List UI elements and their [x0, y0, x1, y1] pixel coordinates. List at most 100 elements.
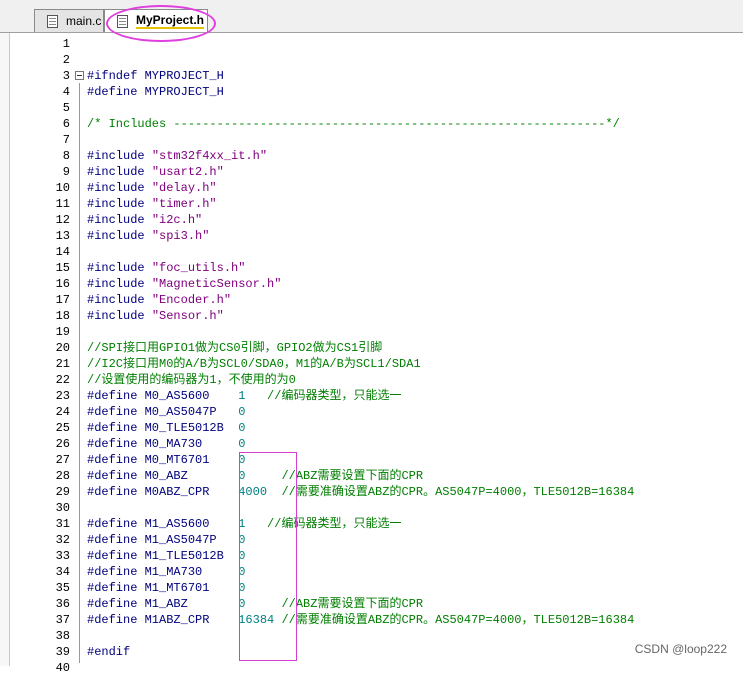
- code-text: #define MYPROJECT_H: [87, 84, 224, 100]
- code-token: #include: [87, 165, 152, 179]
- code-line[interactable]: 30: [0, 500, 743, 516]
- code-line[interactable]: 11 #include "timer.h": [0, 196, 743, 212]
- code-line[interactable]: 18 #include "Sensor.h": [0, 308, 743, 324]
- code-token: "timer.h": [151, 197, 217, 211]
- code-token: MYPROJECT_H: [144, 85, 224, 99]
- line-number: 13: [55, 229, 70, 243]
- code-line[interactable]: 21 //I2C接口用M0的A/B为SCL0/SDA0，M1的A/B为SCL1/S…: [0, 356, 743, 372]
- code-token: 0: [238, 421, 246, 435]
- code-line[interactable]: 19: [0, 324, 743, 340]
- code-token: //ABZ需要设置下面的CPR: [281, 597, 424, 611]
- code-line[interactable]: 24 #define M0_AS5047P 0: [0, 404, 743, 420]
- code-line[interactable]: 10 #include "delay.h": [0, 180, 743, 196]
- code-token: #include: [87, 277, 152, 291]
- code-text: //SPI接口用GPIO1做为CS0引脚，GPIO2做为CS1引脚: [87, 340, 382, 356]
- code-token: #define: [87, 549, 145, 563]
- code-line[interactable]: 14: [0, 244, 743, 260]
- line-number: 25: [55, 421, 70, 435]
- code-line[interactable]: 9 #include "usart2.h": [0, 164, 743, 180]
- code-line[interactable]: 34 #define M1_MA730 0: [0, 564, 743, 580]
- code-token: #define: [87, 453, 145, 467]
- code-line[interactable]: 29 #define M0ABZ_CPR 4000 //需要准确设置ABZ的CPR…: [0, 484, 743, 500]
- tab-myproject-h[interactable]: MyProject.h: [104, 9, 208, 32]
- code-token: /* Includes ----------------------------…: [87, 117, 620, 131]
- code-line[interactable]: 16 #include "MagneticSensor.h": [0, 276, 743, 292]
- code-token: #include: [87, 309, 152, 323]
- fold-toggle-icon[interactable]: [75, 71, 84, 80]
- line-number: 18: [55, 309, 70, 323]
- line-number: 31: [55, 517, 70, 531]
- code-line[interactable]: 8 #include "stm32f4xx_it.h": [0, 148, 743, 164]
- code-editor[interactable]: 1 2 3 #ifndef MYPROJECT_H 4 #define MYPROJECT…: [0, 33, 743, 675]
- code-text: #include "MagneticSensor.h": [87, 276, 281, 292]
- watermark: CSDN @loop222: [634, 642, 727, 656]
- code-line[interactable]: 26 #define M0_MA730 0: [0, 436, 743, 452]
- code-token: M0ABZ_CPR: [144, 485, 239, 499]
- code-text: #include "foc_utils.h": [87, 260, 245, 276]
- code-text: #define M0_AS5600 1 //编码器类型，只能选一: [87, 388, 401, 404]
- code-line[interactable]: 38: [0, 628, 743, 644]
- code-token: "delay.h": [151, 181, 217, 195]
- code-line[interactable]: 7: [0, 132, 743, 148]
- code-token: M0_MT6701: [144, 453, 239, 467]
- code-line[interactable]: 4 #define MYPROJECT_H: [0, 84, 743, 100]
- code-line[interactable]: 36 #define M1_ABZ 0 //ABZ需要设置下面的CPR: [0, 596, 743, 612]
- code-line[interactable]: 25 #define M0_TLE5012B 0: [0, 420, 743, 436]
- code-line[interactable]: 33 #define M1_TLE5012B 0: [0, 548, 743, 564]
- code-token: 0: [238, 597, 282, 611]
- code-text: #include "timer.h": [87, 196, 217, 212]
- code-token: #ifndef: [87, 69, 145, 83]
- code-token: #include: [87, 197, 152, 211]
- code-token: "stm32f4xx_it.h": [151, 149, 268, 163]
- code-token: #define: [87, 517, 145, 531]
- code-line[interactable]: 20 //SPI接口用GPIO1做为CS0引脚，GPIO2做为CS1引脚: [0, 340, 743, 356]
- line-number: 33: [55, 549, 70, 563]
- code-line[interactable]: 40: [0, 660, 743, 676]
- code-line[interactable]: 12 #include "i2c.h": [0, 212, 743, 228]
- line-number: 26: [55, 437, 70, 451]
- code-text: #define M0ABZ_CPR 4000 //需要准确设置ABZ的CPR。A…: [87, 484, 634, 500]
- code-line[interactable]: 17 #include "Encoder.h": [0, 292, 743, 308]
- code-line[interactable]: 13 #include "spi3.h": [0, 228, 743, 244]
- code-token: 0: [238, 549, 246, 563]
- code-token: "i2c.h": [151, 213, 203, 227]
- code-token: M0_TLE5012B: [144, 421, 239, 435]
- code-line[interactable]: 1: [0, 36, 743, 52]
- code-line[interactable]: 3 #ifndef MYPROJECT_H: [0, 68, 743, 84]
- code-text: #include "delay.h": [87, 180, 217, 196]
- line-number: 14: [55, 245, 70, 259]
- line-number: 23: [55, 389, 70, 403]
- line-number: 17: [55, 293, 70, 307]
- line-number: 34: [55, 565, 70, 579]
- code-line[interactable]: 32 #define M1_AS5047P 0: [0, 532, 743, 548]
- code-token: M1_AS5600: [144, 517, 239, 531]
- code-text: #endif: [87, 644, 130, 660]
- code-line[interactable]: 35 #define M1_MT6701 0: [0, 580, 743, 596]
- code-line[interactable]: 31 #define M1_AS5600 1 //编码器类型，只能选一: [0, 516, 743, 532]
- code-text: #define M1_AS5600 1 //编码器类型，只能选一: [87, 516, 401, 532]
- code-token: #define: [87, 405, 145, 419]
- tab-main-c[interactable]: main.c: [34, 9, 104, 32]
- code-line[interactable]: 22 //设置使用的编码器为1，不使用的为0: [0, 372, 743, 388]
- code-token: #define: [87, 389, 145, 403]
- code-token: M1_MA730: [144, 565, 239, 579]
- line-number: 9: [62, 165, 70, 179]
- code-token: M1ABZ_CPR: [144, 613, 239, 627]
- tab-label: main.c: [66, 14, 102, 28]
- code-line[interactable]: 23 #define M0_AS5600 1 //编码器类型，只能选一: [0, 388, 743, 404]
- code-line[interactable]: 15 #include "foc_utils.h": [0, 260, 743, 276]
- line-number: 35: [55, 581, 70, 595]
- code-token: //编码器类型，只能选一: [267, 517, 402, 531]
- code-line[interactable]: 27 #define M0_MT6701 0: [0, 452, 743, 468]
- code-token: #endif: [87, 645, 131, 659]
- code-line[interactable]: 6 /* Includes ---------------------------…: [0, 116, 743, 132]
- code-text: #include "i2c.h": [87, 212, 202, 228]
- code-text: #include "Sensor.h": [87, 308, 224, 324]
- code-line[interactable]: 39 #endif: [0, 644, 743, 660]
- code-line[interactable]: 5: [0, 100, 743, 116]
- code-text: #include "stm32f4xx_it.h": [87, 148, 267, 164]
- code-line[interactable]: 37 #define M1ABZ_CPR 16384 //需要准确设置ABZ的CP…: [0, 612, 743, 628]
- code-token: //编码器类型，只能选一: [267, 389, 402, 403]
- code-line[interactable]: 28 #define M0_ABZ 0 //ABZ需要设置下面的CPR: [0, 468, 743, 484]
- code-line[interactable]: 2: [0, 52, 743, 68]
